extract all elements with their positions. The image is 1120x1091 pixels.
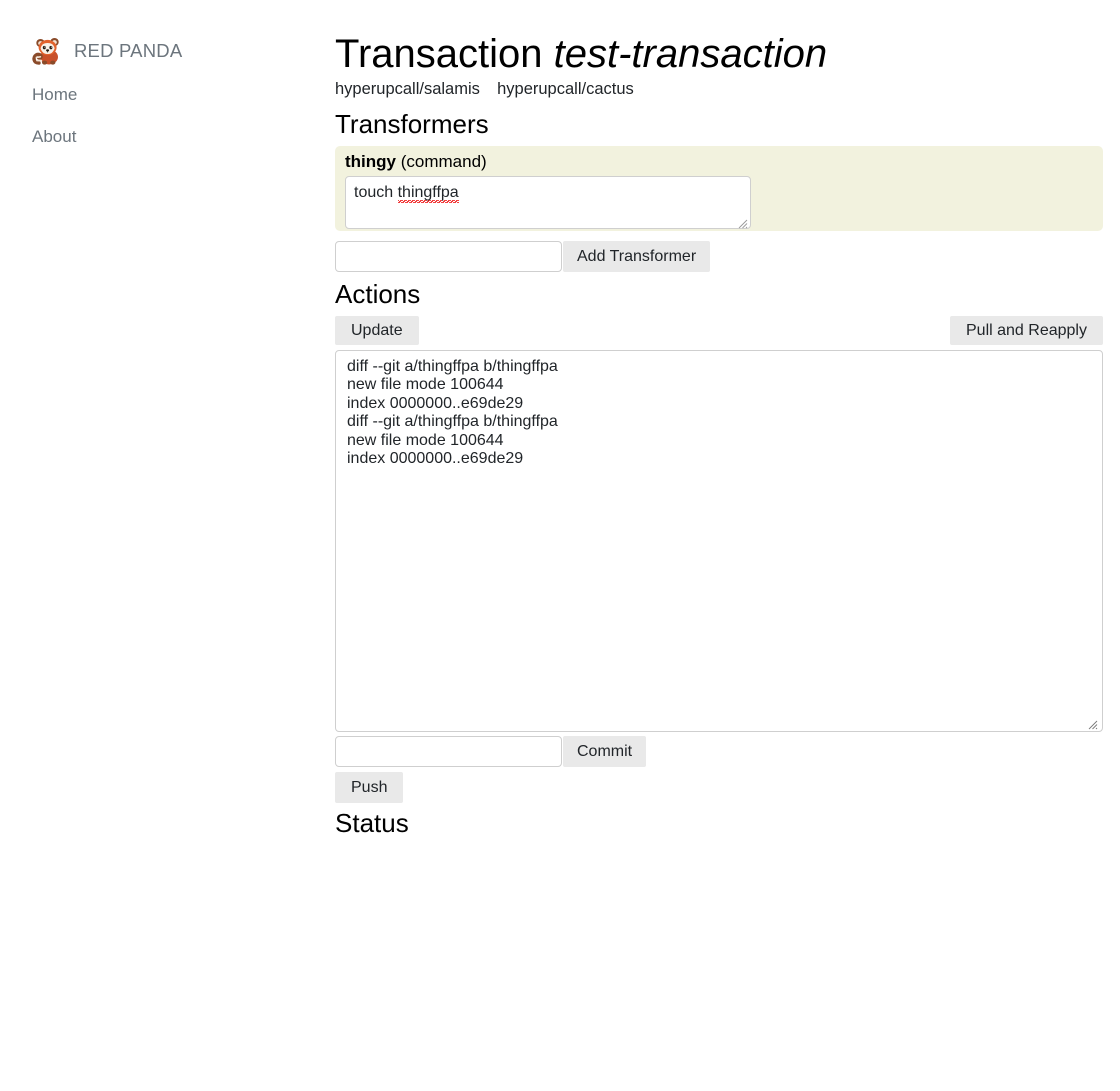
page-title: Transaction test-transaction: [335, 32, 827, 76]
transformer-command-text: touch thingffpa: [354, 183, 459, 204]
update-button[interactable]: Update: [335, 316, 419, 345]
commit-button[interactable]: Commit: [563, 736, 647, 767]
add-transformer-button[interactable]: Add Transformer: [563, 241, 711, 272]
repository-name: hyperupcall/cactus: [497, 80, 634, 98]
push-button[interactable]: Push: [335, 772, 404, 803]
brand-label: RED PANDA: [74, 39, 183, 61]
main-content: Transaction test-transaction hyperupcall…: [335, 0, 1120, 1091]
add-transformer-row: Add Transformer: [335, 241, 711, 272]
commit-row: Commit: [335, 736, 647, 767]
command-text-plain: touch: [354, 184, 398, 202]
repository-list: hyperupcall/salamis hyperupcall/cactus: [335, 80, 634, 99]
pull-and-reapply-button[interactable]: Pull and Reapply: [950, 316, 1103, 345]
transformer-name: thingy: [345, 152, 396, 171]
sidebar: RED PANDA Home About: [0, 0, 335, 1091]
transformer-type: (command): [400, 152, 487, 171]
resize-handle-icon[interactable]: [738, 216, 748, 229]
brand-logo-link[interactable]: RED PANDA: [32, 36, 182, 66]
diff-output-textarea[interactable]: diff --git a/thingffpa b/thingffpa new f…: [335, 350, 1103, 732]
repository-name: hyperupcall/salamis: [335, 80, 480, 98]
page-title-prefix: Transaction: [335, 32, 543, 76]
push-row: Push: [335, 772, 404, 803]
add-transformer-input[interactable]: [335, 241, 562, 272]
transformer-card-title: thingy (command): [345, 152, 1095, 172]
diff-output-text: diff --git a/thingffpa b/thingffpa new f…: [347, 358, 558, 468]
sidebar-item-about[interactable]: About: [32, 128, 76, 145]
status-heading: Status: [335, 808, 409, 838]
transaction-name: test-transaction: [553, 32, 828, 76]
actions-button-bar: Update Pull and Reapply: [335, 316, 1120, 346]
actions-heading: Actions: [335, 279, 421, 309]
red-panda-logo-icon: [32, 36, 64, 66]
resize-handle-icon[interactable]: [1088, 717, 1098, 730]
transformer-card: thingy (command) touch thingffpa: [335, 146, 1103, 231]
transformers-heading: Transformers: [335, 109, 489, 139]
sidebar-item-home[interactable]: Home: [32, 86, 77, 103]
commit-message-input[interactable]: [335, 736, 562, 767]
transformer-command-textarea[interactable]: touch thingffpa: [345, 176, 751, 230]
command-text-misspelled: thingffpa: [397, 184, 459, 204]
